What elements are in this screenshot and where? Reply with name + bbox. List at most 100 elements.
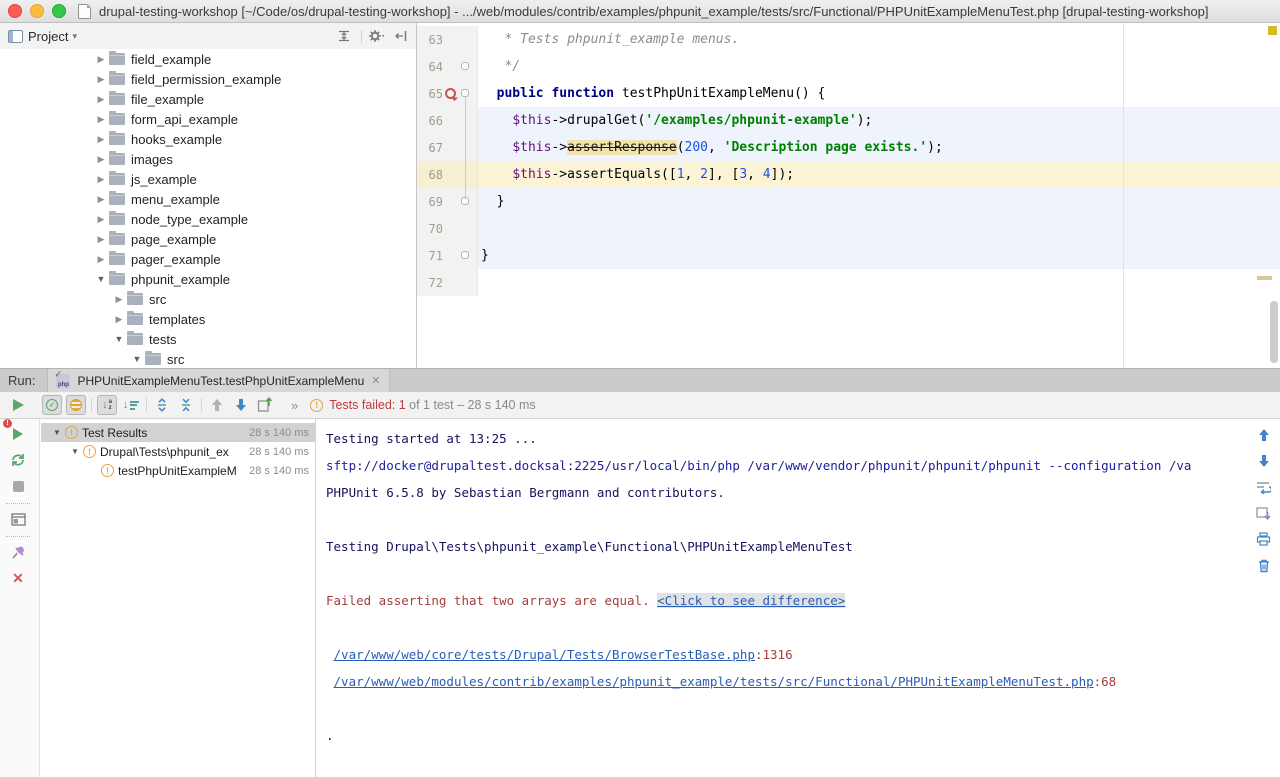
- see-difference-link[interactable]: <Click to see difference>: [657, 593, 845, 608]
- scroll-from-source-icon[interactable]: [335, 27, 353, 45]
- project-tree-item[interactable]: ▶images: [0, 149, 415, 169]
- chevron-down-icon[interactable]: ▼: [93, 274, 109, 284]
- rerun-button[interactable]: [8, 395, 28, 415]
- chevron-down-icon[interactable]: ▼: [67, 447, 83, 456]
- zoom-window-button[interactable]: [52, 4, 66, 18]
- editor-line[interactable]: 66 $this->drupalGet('/examples/phpunit-e…: [417, 107, 1280, 134]
- editor-scrollbar[interactable]: [1270, 301, 1278, 363]
- project-tree-item[interactable]: ▶js_example: [0, 169, 415, 189]
- editor-line[interactable]: 70: [417, 215, 1280, 242]
- project-tree-item[interactable]: ▶field_example: [0, 49, 415, 69]
- code-line-text[interactable]: $this->assertResponse(200, 'Description …: [478, 134, 1280, 161]
- project-tree-item[interactable]: ▶menu_example: [0, 189, 415, 209]
- clear-console-icon[interactable]: [1254, 555, 1274, 575]
- chevron-right-icon[interactable]: ▶: [93, 114, 109, 125]
- chevron-right-icon[interactable]: ▶: [93, 54, 109, 65]
- code-line-text[interactable]: [478, 215, 1280, 242]
- up-stack-trace-button[interactable]: [1254, 425, 1274, 445]
- stop-button[interactable]: [6, 475, 30, 497]
- code-editor[interactable]: 63 * Tests phpunit_example menus.64 */65…: [417, 23, 1280, 368]
- expand-all-button[interactable]: [152, 395, 172, 415]
- close-panel-icon[interactable]: ✕: [6, 567, 30, 589]
- chevron-right-icon[interactable]: ▶: [93, 134, 109, 145]
- chevron-right-icon[interactable]: ▶: [93, 154, 109, 165]
- next-failed-test-button[interactable]: [231, 395, 251, 415]
- code-line-text[interactable]: */: [478, 53, 1280, 80]
- import-test-results-button[interactable]: [255, 395, 275, 415]
- test-tree-row[interactable]: !testPhpUnitExampleM28 s 140 ms: [41, 461, 315, 480]
- code-line-text[interactable]: $this->assertEquals([1, 2], [3, 4]);: [478, 161, 1280, 188]
- fold-marker-icon[interactable]: [461, 251, 469, 259]
- editor-line[interactable]: 72: [417, 269, 1280, 296]
- show-ignored-button[interactable]: [66, 395, 86, 415]
- scroll-to-end-button[interactable]: [1254, 503, 1274, 523]
- chevron-right-icon[interactable]: ▶: [93, 194, 109, 205]
- project-tree-item[interactable]: ▼tests: [0, 329, 415, 349]
- project-tree-item[interactable]: ▶form_api_example: [0, 109, 415, 129]
- code-line-text[interactable]: [478, 269, 1280, 296]
- chevron-right-icon[interactable]: ▶: [93, 234, 109, 245]
- project-tree-item[interactable]: ▶templates: [0, 309, 415, 329]
- stack-trace-link[interactable]: /var/www/web/core/tests/Drupal/Tests/Bro…: [334, 647, 755, 662]
- restore-layout-button[interactable]: [6, 508, 30, 530]
- code-line-text[interactable]: * Tests phpunit_example menus.: [478, 26, 1280, 53]
- chevron-down-icon[interactable]: ▼: [111, 334, 127, 344]
- code-line-text[interactable]: }: [478, 242, 1280, 269]
- print-icon[interactable]: [1254, 529, 1274, 549]
- project-tree-item[interactable]: ▶file_example: [0, 89, 415, 109]
- code-line-text[interactable]: }: [478, 188, 1280, 215]
- chevron-right-icon[interactable]: ▶: [93, 214, 109, 225]
- test-tree-row[interactable]: ▼!Drupal\Tests\phpunit_ex28 s 140 ms: [41, 442, 315, 461]
- editor-line[interactable]: 68 $this->assertEquals([1, 2], [3, 4]);: [417, 161, 1280, 188]
- editor-line[interactable]: 67 $this->assertResponse(200, 'Descripti…: [417, 134, 1280, 161]
- test-tree-row[interactable]: ▼!Test Results28 s 140 ms: [41, 423, 315, 442]
- sort-alphabetically-button[interactable]: ↓az: [97, 395, 117, 415]
- code-line-text[interactable]: $this->drupalGet('/examples/phpunit-exam…: [478, 107, 1280, 134]
- show-passed-button[interactable]: ✓: [42, 395, 62, 415]
- project-tree-item[interactable]: ▼phpunit_example: [0, 269, 415, 289]
- project-tree-item[interactable]: ▶node_type_example: [0, 209, 415, 229]
- soft-wrap-button[interactable]: [1254, 477, 1274, 497]
- chevron-down-icon[interactable]: ▼: [49, 428, 65, 437]
- editor-line[interactable]: 64 */: [417, 53, 1280, 80]
- project-tree-item[interactable]: ▶src: [0, 289, 415, 309]
- minimize-window-button[interactable]: [30, 4, 44, 18]
- collapse-all-button[interactable]: [176, 395, 196, 415]
- chevron-right-icon[interactable]: ▶: [111, 314, 127, 325]
- inspection-status-square[interactable]: [1268, 26, 1277, 35]
- error-stripe-mark[interactable]: [1257, 276, 1272, 280]
- chevron-down-icon[interactable]: ▾: [72, 31, 77, 42]
- project-tree-item[interactable]: ▶hooks_example: [0, 129, 415, 149]
- editor-line[interactable]: 63 * Tests phpunit_example menus.: [417, 26, 1280, 53]
- editor-line[interactable]: 71}: [417, 242, 1280, 269]
- project-tree-item[interactable]: ▼src: [0, 349, 415, 368]
- project-tree-item[interactable]: ▶field_permission_example: [0, 69, 415, 89]
- close-tab-icon[interactable]: ✕: [371, 374, 380, 387]
- chevron-right-icon[interactable]: ▶: [93, 74, 109, 85]
- stack-trace-link[interactable]: /var/www/web/modules/contrib/examples/ph…: [334, 674, 1094, 689]
- chevron-right-icon[interactable]: ▶: [93, 174, 109, 185]
- gear-icon[interactable]: [368, 27, 386, 45]
- rerun-failed-tests-button[interactable]: !: [6, 423, 30, 445]
- pin-tab-icon[interactable]: [6, 541, 30, 563]
- chevron-right-icon[interactable]: ▶: [93, 254, 109, 265]
- chevron-right-icon[interactable]: ▶: [111, 294, 127, 305]
- toggle-auto-test-button[interactable]: [6, 449, 30, 471]
- close-window-button[interactable]: [8, 4, 22, 18]
- project-tree-item[interactable]: ▶pager_example: [0, 249, 415, 269]
- chevron-right-icon[interactable]: ▶: [93, 94, 109, 105]
- run-configuration-tab[interactable]: php PHPUnitExampleMenuTest.testPhpUnitEx…: [47, 369, 389, 392]
- code-line-text[interactable]: public function testPhpUnitExampleMenu()…: [478, 80, 1280, 107]
- down-stack-trace-button[interactable]: [1254, 451, 1274, 471]
- project-panel-title[interactable]: Project: [28, 29, 68, 44]
- fold-marker-icon[interactable]: [461, 62, 469, 70]
- more-options-chevrons[interactable]: »: [291, 398, 298, 413]
- hide-panel-icon[interactable]: [392, 27, 410, 45]
- editor-line[interactable]: 65 public function testPhpUnitExampleMen…: [417, 80, 1280, 107]
- chevron-down-icon[interactable]: ▼: [129, 354, 145, 364]
- editor-line[interactable]: 69 }: [417, 188, 1280, 215]
- failed-test-rerun-icon[interactable]: [445, 88, 456, 99]
- test-console-output[interactable]: Testing started at 13:25 ...sftp://docke…: [316, 419, 1247, 777]
- project-tree-item[interactable]: ▶page_example: [0, 229, 415, 249]
- sort-by-duration-button[interactable]: ↓: [121, 395, 141, 415]
